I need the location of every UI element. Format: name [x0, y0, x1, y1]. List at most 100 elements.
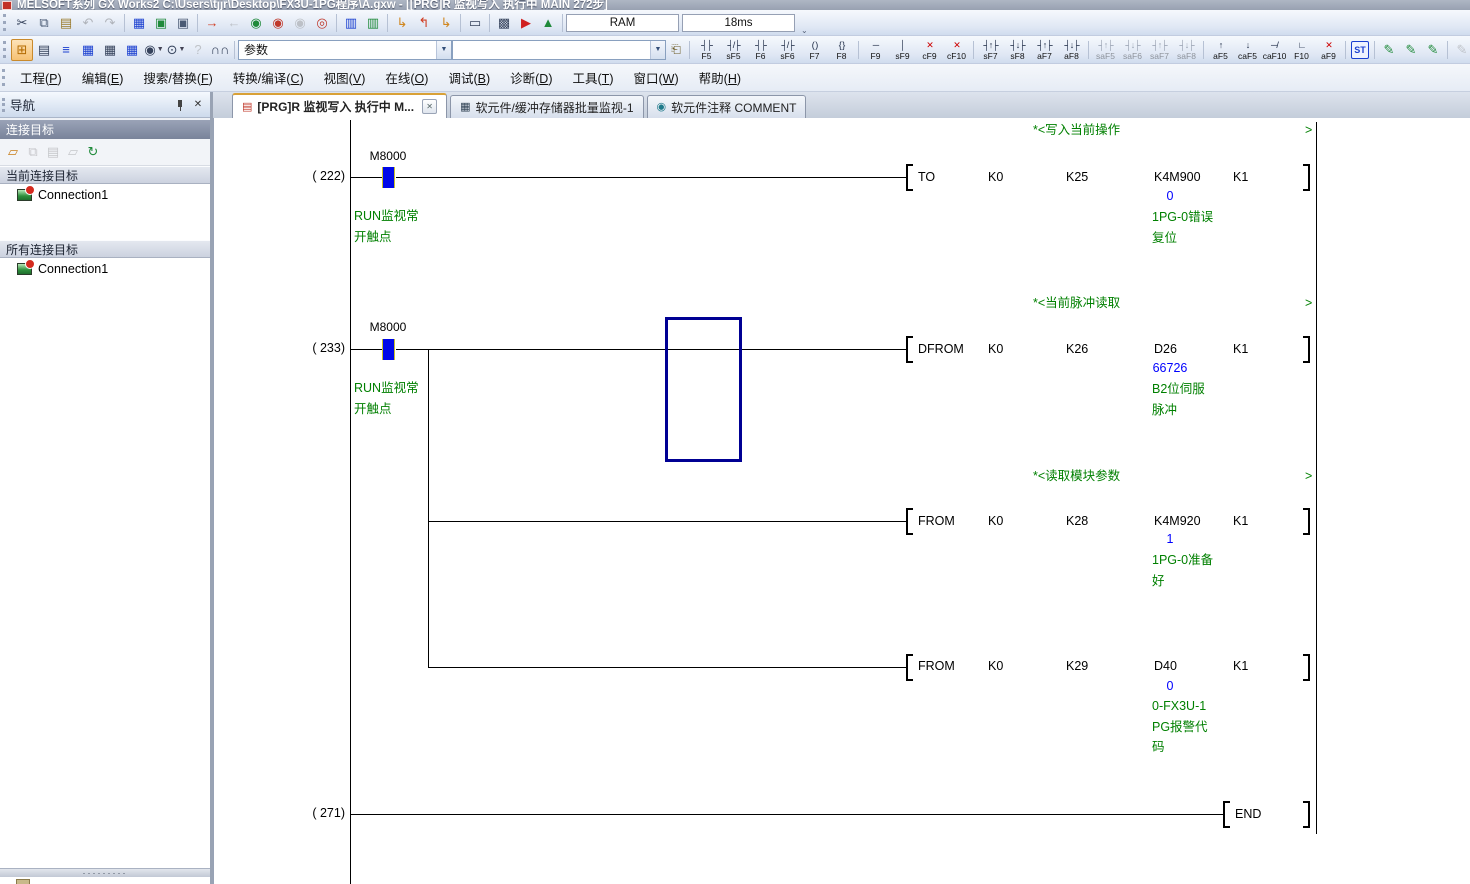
copy-icon[interactable]: ⧉	[33, 12, 55, 34]
device-memory-icon[interactable]: ▦	[99, 39, 121, 61]
device-display-green-icon[interactable]: ▥	[362, 12, 384, 34]
zoom-icon[interactable]: ⊙▼	[165, 39, 187, 61]
contact-m8000-on[interactable]	[382, 167, 395, 188]
device-batch-monitor-icon[interactable]: ◎	[311, 12, 333, 34]
menu-v[interactable]: 视图(V)	[314, 63, 376, 92]
device-io-icon[interactable]: ▣	[172, 12, 194, 34]
redo-icon[interactable]: ↷	[99, 12, 121, 34]
instruction-arg[interactable]: K25	[1066, 170, 1088, 185]
ladder-symbol-aF8-button[interactable]: ┤↓├aF8	[1058, 37, 1085, 62]
toolbar-grip[interactable]	[3, 14, 7, 31]
tab-close-icon[interactable]: ✕	[422, 99, 437, 114]
document-tab-1[interactable]: ▦软元件/缓冲存储器批量监视-1	[450, 95, 643, 118]
monitor-delta-icon[interactable]: ▲	[537, 12, 559, 34]
read-from-plc-icon[interactable]: ←	[223, 12, 245, 34]
find-device-combobox[interactable]: ▼	[452, 40, 666, 60]
ladder-symbol-saF8-button[interactable]: ┤↓├saF8	[1173, 37, 1200, 62]
ladder-symbol-F8-button[interactable]: { }F8	[828, 37, 855, 62]
ladder-symbol-caF10-button[interactable]: ─/caF10	[1261, 37, 1288, 62]
menu-p[interactable]: 工程(P)	[10, 63, 72, 92]
jump-read-icon[interactable]: ↰	[413, 12, 435, 34]
contact-device-label[interactable]: M8000	[362, 320, 414, 335]
connection-item[interactable]: Connection1	[0, 184, 210, 206]
chevron-down-icon[interactable]: ▼	[650, 41, 665, 59]
menu-c[interactable]: 转换/编译(C)	[223, 63, 314, 92]
instruction-arg[interactable]: K0	[988, 659, 1003, 674]
menu-b[interactable]: 调试(B)	[438, 63, 500, 92]
instruction-arg[interactable]: D40	[1154, 659, 1177, 674]
ladder-symbol-aF5-button[interactable]: ↑aF5	[1207, 37, 1234, 62]
menu-h[interactable]: 帮助(H)	[689, 63, 751, 92]
copy-connection-icon[interactable]: ⧉	[23, 142, 43, 162]
instruction-op[interactable]: DFROM	[918, 342, 964, 357]
instruction-op[interactable]: FROM	[918, 659, 955, 674]
instruction-arg[interactable]: K0	[988, 342, 1003, 357]
ladder-symbol-sF5-button[interactable]: ┤/├sF5	[720, 37, 747, 62]
connection-property-icon[interactable]: ▱	[63, 142, 83, 162]
ladder-symbol-saF5-button[interactable]: ┤↑├saF5	[1092, 37, 1119, 62]
program-list-icon[interactable]: ≡	[55, 39, 77, 61]
instruction-arg[interactable]: K1	[1233, 170, 1248, 185]
menubar-grip[interactable]	[2, 69, 6, 86]
edit-coil-comment-icon[interactable]: ✎	[1422, 39, 1444, 61]
chevron-down-icon[interactable]: ▼	[436, 41, 451, 59]
monitor-start-icon[interactable]: ◉	[245, 12, 267, 34]
module-configuration-icon[interactable]: ▤	[33, 39, 55, 61]
computer-transfer-icon[interactable]: ▭	[464, 12, 486, 34]
pin-icon[interactable]	[172, 97, 188, 113]
inline-st-icon[interactable]: ST	[1349, 39, 1371, 61]
ladder-symbol-F9-button[interactable]: ─F9	[862, 37, 889, 62]
monitor-pause-icon[interactable]: ◉	[289, 12, 311, 34]
ladder-symbol-F6-button[interactable]: ┤├F6	[747, 37, 774, 62]
instruction-arg[interactable]: D26	[1154, 342, 1177, 357]
toolbar-overflow-chevron[interactable]: ⌄	[801, 26, 808, 35]
ladder-symbol-aF7-button[interactable]: ┤↑├aF7	[1031, 37, 1058, 62]
menu-d[interactable]: 诊断(D)	[500, 63, 562, 92]
instruction-arg[interactable]: K28	[1066, 514, 1088, 529]
instruction-arg[interactable]: K1	[1233, 659, 1248, 674]
ladder-canvas[interactable]: *<写入当前操作 > *<当前脉冲读取 > *<读取模块参数 > ( 222) …	[213, 118, 1470, 884]
cut-icon[interactable]: ✂	[11, 12, 33, 34]
edit-disabled-icon[interactable]: ✎	[1451, 39, 1470, 61]
ladder-symbol-sF6-button[interactable]: ┤/├sF6	[774, 37, 801, 62]
ladder-symbol-saF6-button[interactable]: ┤↓├saF6	[1119, 37, 1146, 62]
panel-grip[interactable]	[2, 98, 6, 112]
ladder-symbol-F5-button[interactable]: ┤├F5	[693, 37, 720, 62]
ladder-symbol-caF5-button[interactable]: ↓caF5	[1234, 37, 1261, 62]
paste-icon[interactable]: ▤	[55, 12, 77, 34]
contact-m8000-on[interactable]	[382, 339, 395, 360]
instruction-op[interactable]: FROM	[918, 514, 955, 529]
monitor-run-icon[interactable]: ▶	[515, 12, 537, 34]
menu-e[interactable]: 编辑(E)	[72, 63, 134, 92]
monitor-stop-icon[interactable]: ◉	[267, 12, 289, 34]
panel-splitter[interactable]: ·········	[0, 868, 210, 877]
document-tab-2[interactable]: ◉软元件注释 COMMENT	[647, 95, 807, 118]
find-document-icon[interactable]: ⎗	[666, 39, 686, 61]
ladder-symbol-sF7-button[interactable]: ┤↑├sF7	[977, 37, 1004, 62]
statement-comment[interactable]: *<写入当前操作	[1033, 123, 1120, 138]
paste-connection-icon[interactable]: ▤	[43, 142, 63, 162]
undo-icon[interactable]: ↶	[77, 12, 99, 34]
instruction-arg[interactable]: K1	[1233, 342, 1248, 357]
new-connection-icon[interactable]: ▱	[3, 142, 23, 162]
instruction-arg[interactable]: K4M920	[1154, 514, 1201, 529]
ladder-symbol-F10-button[interactable]: ∟F10	[1288, 37, 1315, 62]
contact-device-label[interactable]: M8000	[362, 149, 414, 164]
ladder-symbol-saF7-button[interactable]: ┤↑├saF7	[1146, 37, 1173, 62]
ladder-symbol-sF9-button[interactable]: │sF9	[889, 37, 916, 62]
statement-comment[interactable]: *<读取模块参数	[1033, 469, 1120, 484]
ladder-monitor-mode-icon[interactable]: ▩	[493, 12, 515, 34]
connection-item[interactable]: Connection1	[0, 258, 210, 280]
help-icon[interactable]: ?	[187, 39, 209, 61]
document-tab-0[interactable]: ▤[PRG]R 监视写入 执行中 M...✕	[232, 93, 447, 118]
instruction-op[interactable]: TO	[918, 170, 935, 185]
instruction-arg[interactable]: K4M900	[1154, 170, 1201, 185]
refresh-icon[interactable]: ↻	[83, 142, 103, 162]
ladder-symbol-sF8-button[interactable]: ┤↓├sF8	[1004, 37, 1031, 62]
device-comment-icon[interactable]: ▦	[77, 39, 99, 61]
ladder-symbol-aF9-button[interactable]: ✕aF9	[1315, 37, 1342, 62]
menu-t[interactable]: 工具(T)	[563, 63, 624, 92]
device-terminal-icon[interactable]: ▣	[150, 12, 172, 34]
jump-write-icon[interactable]: ↳	[391, 12, 413, 34]
device-display-red-icon[interactable]: ▥	[340, 12, 362, 34]
